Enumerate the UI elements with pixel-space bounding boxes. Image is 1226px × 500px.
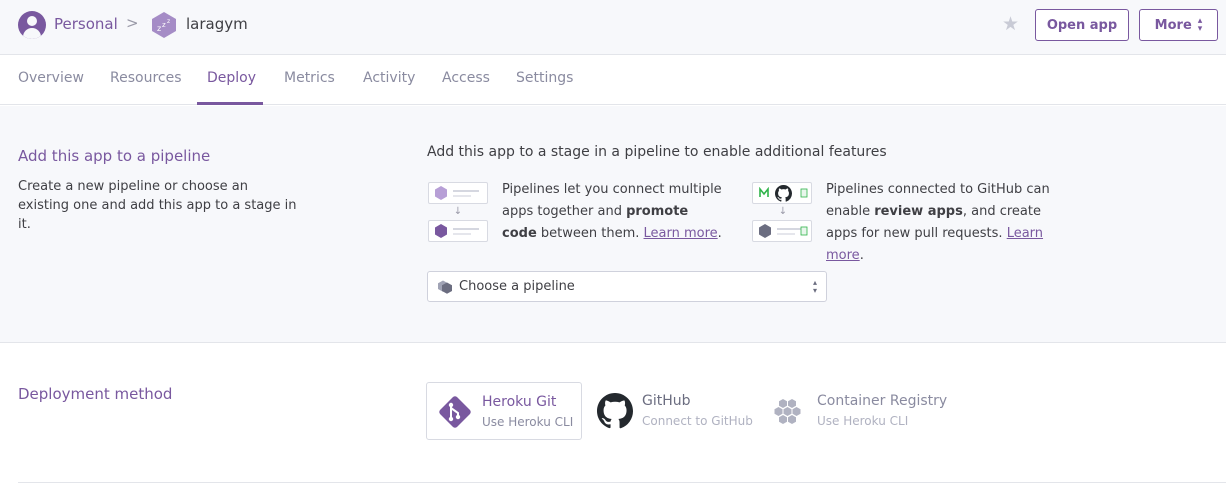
- tab-settings[interactable]: Settings: [516, 70, 573, 86]
- feature2-period: .: [859, 248, 864, 263]
- review-app-card-icon: [752, 182, 812, 204]
- pipeline-stage-card-icon: [428, 220, 488, 242]
- feature1-learn-more-link[interactable]: Learn more: [644, 226, 718, 241]
- deployment-method-title: Deployment method: [18, 385, 173, 403]
- pipeline-select[interactable]: Choose a pipeline ▴ ▾: [427, 271, 827, 302]
- breadcrumb-separator-icon: >: [126, 14, 139, 32]
- chevron-updown-icon: ▴ ▾: [1197, 16, 1203, 34]
- pipeline-feature-promote: Pipelines let you connect multiple apps …: [502, 179, 722, 245]
- tab-access[interactable]: Access: [442, 70, 490, 86]
- github-icon: [597, 393, 633, 429]
- method-subtitle: Connect to GitHub: [642, 414, 753, 428]
- app-sleeping-icon: z z z: [152, 12, 176, 38]
- breadcrumb-account[interactable]: Personal: [54, 15, 118, 33]
- pipeline-headline: Add this app to a stage in a pipeline to…: [427, 144, 887, 160]
- promote-arrow-icon: ↓: [453, 206, 463, 217]
- deploy-method-github[interactable]: GitHub Connect to GitHub: [587, 382, 762, 440]
- deploy-method-heroku-git[interactable]: Heroku Git Use Heroku CLI: [426, 382, 582, 440]
- method-name: GitHub: [642, 393, 691, 409]
- tab-activity[interactable]: Activity: [363, 70, 415, 86]
- method-name: Container Registry: [817, 393, 948, 409]
- method-name: Heroku Git: [482, 394, 557, 410]
- pipeline-feature-review-apps: Pipelines connected to GitHub can enable…: [826, 179, 1066, 267]
- method-subtitle: Use Heroku CLI: [817, 414, 909, 428]
- open-app-button[interactable]: Open app: [1035, 9, 1129, 41]
- method-subtitle: Use Heroku CLI: [482, 415, 574, 429]
- more-button[interactable]: More ▴ ▾: [1139, 9, 1218, 41]
- pipeline-section: Add this app to a pipeline Create a new …: [0, 106, 1226, 343]
- breadcrumb-app-name[interactable]: laragym: [186, 15, 248, 33]
- pipeline-section-description: Create a new pipeline or choose an exist…: [18, 179, 297, 232]
- git-icon: [439, 396, 471, 428]
- tab-metrics[interactable]: Metrics: [284, 70, 335, 86]
- tab-resources[interactable]: Resources: [110, 70, 182, 86]
- user-avatar-icon[interactable]: [18, 11, 46, 39]
- feature1-text: Pipelines let you connect multiple apps …: [502, 182, 722, 219]
- pipeline-stage-card-icon: [752, 220, 812, 242]
- pipeline-stage-card-icon: [428, 182, 488, 204]
- pipeline-section-title: Add this app to a pipeline: [18, 147, 211, 165]
- pipeline-icon: [438, 280, 452, 294]
- feature1-text-after: between them.: [536, 226, 644, 241]
- open-app-label: Open app: [1046, 17, 1118, 33]
- feature1-period: .: [717, 226, 722, 241]
- top-bar: Personal > z z z laragym ★ Open app More…: [0, 0, 1226, 55]
- svg-text:z: z: [167, 18, 170, 25]
- chevron-updown-icon: ▴ ▾: [812, 278, 817, 295]
- app-tabs: Overview Resources Deploy Metrics Activi…: [0, 55, 1226, 105]
- favorite-star-icon[interactable]: ★: [1002, 13, 1019, 35]
- active-tab-indicator: [197, 102, 263, 105]
- svg-text:z: z: [162, 21, 166, 29]
- container-registry-icon: [774, 399, 801, 424]
- pull-request-arrow-icon: ↓: [778, 206, 788, 217]
- pipeline-select-value: Choose a pipeline: [459, 279, 575, 294]
- more-label: More: [1154, 17, 1192, 33]
- deploy-method-container-registry[interactable]: Container Registry Use Heroku CLI: [762, 382, 952, 440]
- svg-text:z: z: [157, 24, 161, 33]
- tab-deploy[interactable]: Deploy: [207, 70, 256, 86]
- section-divider: [18, 482, 1226, 483]
- tab-overview[interactable]: Overview: [18, 70, 84, 86]
- feature2-bold: review apps: [874, 204, 963, 219]
